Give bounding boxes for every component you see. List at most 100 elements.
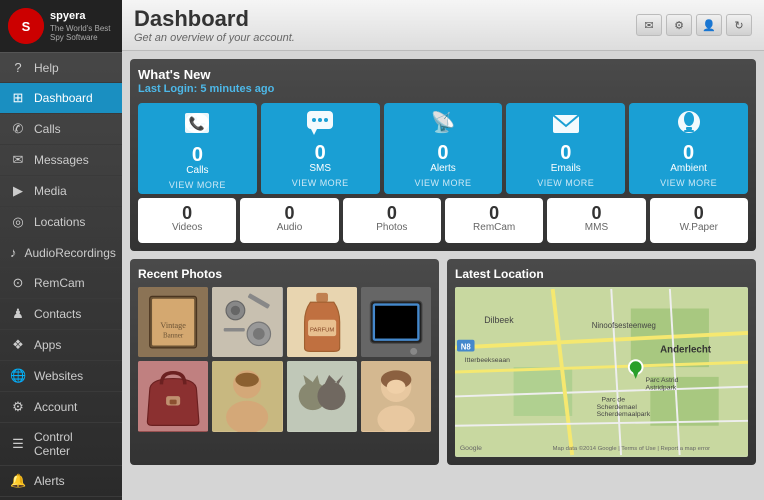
stat-wpaper: 0 W.Paper: [650, 198, 748, 243]
user-button[interactable]: 👤: [696, 14, 722, 36]
svg-text:Map data ©2014 Google | Terms: Map data ©2014 Google | Terms of Use | R…: [553, 445, 710, 452]
email-button[interactable]: ✉: [636, 14, 662, 36]
stat-mms: 0 MMS: [547, 198, 645, 243]
sms-count: 0: [315, 143, 326, 163]
photo-8[interactable]: [361, 361, 431, 431]
calls-icon: ✆: [10, 121, 26, 137]
main-content: Dashboard Get an overview of your accoun…: [122, 0, 764, 500]
svg-text:Itterbeekseaan: Itterbeekseaan: [465, 357, 510, 364]
stat-photos: 0 Photos: [343, 198, 441, 243]
photo-4[interactable]: [361, 287, 431, 357]
control-icon: ☰: [10, 436, 26, 452]
emails-stat-icon: [551, 109, 581, 141]
mms-count: 0: [591, 204, 601, 222]
alerts-stat-icon: 📡: [428, 109, 458, 141]
account-icon: ⚙: [10, 399, 26, 415]
sidebar-item-dashboard[interactable]: ⊞ Dashboard: [0, 83, 122, 114]
sidebar-item-calls[interactable]: ✆ Calls: [0, 114, 122, 145]
sidebar-item-messages[interactable]: ✉ Messages: [0, 145, 122, 176]
ambient-view-more[interactable]: VIEW MORE: [660, 178, 717, 188]
ambient-count: 0: [683, 143, 694, 163]
sidebar-item-audiorecordings[interactable]: ♪ AudioRecordings: [0, 238, 122, 268]
videos-label: Videos: [172, 222, 202, 233]
sidebar-label-locations: Locations: [34, 215, 85, 229]
sidebar-item-account[interactable]: ⚙ Account: [0, 392, 122, 423]
photo-1[interactable]: Vintage Banner: [138, 287, 208, 357]
sidebar-label-control-center: Control Center: [34, 430, 112, 458]
sidebar-item-alerts[interactable]: 🔔 Alerts: [0, 466, 122, 497]
svg-text:N8: N8: [461, 343, 472, 352]
white-stats-row: 0 Videos 0 Audio 0 Photos 0 RemCam 0 M: [138, 198, 748, 243]
sidebar-item-media[interactable]: ▶ Media: [0, 176, 122, 207]
help-icon: ?: [10, 60, 26, 75]
calls-count: 0: [192, 145, 203, 165]
sidebar-label-help: Help: [34, 61, 59, 75]
calls-view-more[interactable]: VIEW MORE: [169, 180, 226, 190]
svg-text:Dilbeek: Dilbeek: [484, 315, 514, 325]
svg-text:Astridpark: Astridpark: [645, 385, 676, 392]
sidebar-label-messages: Messages: [34, 153, 89, 167]
photo-3[interactable]: PARFUM: [287, 287, 357, 357]
refresh-button[interactable]: ↻: [726, 14, 752, 36]
topbar-actions: ✉ ⚙ 👤 ↻: [636, 14, 752, 36]
remcam-count: 0: [489, 204, 499, 222]
ambient-label: Ambient: [670, 163, 707, 174]
whats-new-title: What's New: [138, 67, 748, 82]
alerts-view-more[interactable]: VIEW MORE: [414, 178, 471, 188]
alerts-count: 0: [437, 143, 448, 163]
gear-button[interactable]: ⚙: [666, 14, 692, 36]
stat-remcam: 0 RemCam: [445, 198, 543, 243]
mms-label: MMS: [585, 222, 608, 233]
contacts-icon: ♟: [10, 306, 26, 322]
page-subtitle: Get an overview of your account.: [134, 32, 295, 44]
remcam-label: RemCam: [473, 222, 515, 233]
sidebar-item-websites[interactable]: 🌐 Websites: [0, 361, 122, 392]
sidebar-label-alerts: Alerts: [34, 474, 65, 488]
sidebar-item-apps[interactable]: ❖ Apps: [0, 330, 122, 361]
svg-text:S: S: [22, 19, 31, 34]
photo-5[interactable]: [138, 361, 208, 431]
photo-7[interactable]: [287, 361, 357, 431]
locations-icon: ◎: [10, 214, 26, 230]
sidebar-item-help[interactable]: ? Help: [0, 53, 122, 83]
sms-label: SMS: [309, 163, 331, 174]
last-login: Last Login: 5 minutes ago: [138, 83, 748, 95]
svg-text:Parc de: Parc de: [602, 396, 626, 403]
svg-text:Vintage: Vintage: [160, 321, 186, 330]
svg-text:📡: 📡: [431, 109, 456, 134]
sidebar-label-calls: Calls: [34, 122, 61, 136]
photo-6[interactable]: [212, 361, 282, 431]
content-area: What's New Last Login: 5 minutes ago: [122, 51, 764, 500]
sidebar-item-locations[interactable]: ◎ Locations: [0, 207, 122, 238]
emails-count: 0: [560, 143, 571, 163]
sidebar-item-contacts[interactable]: ♟ Contacts: [0, 299, 122, 330]
recent-photos-title: Recent Photos: [138, 267, 431, 281]
sidebar-item-remcam[interactable]: ⊙ RemCam: [0, 268, 122, 299]
calls-stat-icon: 📞: [181, 109, 213, 143]
photos-count: 0: [387, 204, 397, 222]
photos-grid: Vintage Banner: [138, 287, 431, 432]
recent-photos-section: Recent Photos Vintage Banner: [130, 259, 439, 465]
photos-label: Photos: [376, 222, 407, 233]
sidebar-label-remcam: RemCam: [34, 276, 85, 290]
apps-icon: ❖: [10, 337, 26, 353]
audio-label: Audio: [277, 222, 303, 233]
last-login-time: 5 minutes ago: [200, 83, 274, 95]
sidebar-item-control-center[interactable]: ☰ Control Center: [0, 423, 122, 466]
sidebar: S spyera The World's Best Spy Software ?…: [0, 0, 122, 500]
map-container: N8 Dilbeek Ninoofsesteenweg Itterbeeksea…: [455, 287, 748, 457]
svg-text:Ninoofsesteenweg: Ninoofsesteenweg: [592, 321, 656, 330]
alerts-icon: 🔔: [10, 473, 26, 489]
sidebar-label-apps: Apps: [34, 338, 61, 352]
svg-text:Anderlecht: Anderlecht: [660, 344, 712, 355]
sidebar-label-contacts: Contacts: [34, 307, 81, 321]
websites-icon: 🌐: [10, 368, 26, 384]
remcam-icon: ⊙: [10, 275, 26, 291]
photo-2[interactable]: [212, 287, 282, 357]
emails-view-more[interactable]: VIEW MORE: [537, 178, 594, 188]
messages-icon: ✉: [10, 152, 26, 168]
page-title: Dashboard: [134, 6, 295, 32]
emails-label: Emails: [551, 163, 581, 174]
sms-view-more[interactable]: VIEW MORE: [292, 178, 349, 188]
blue-stats-row: 📞 0 Calls VIEW MORE: [138, 103, 748, 194]
